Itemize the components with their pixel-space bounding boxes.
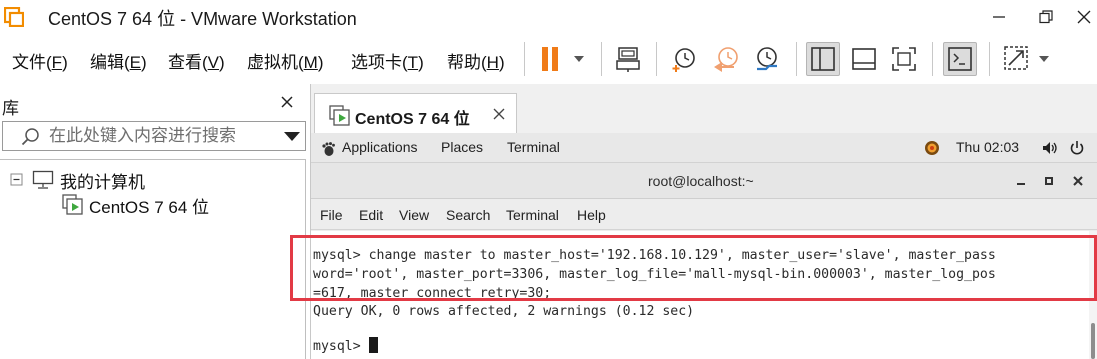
- search-dropdown-icon[interactable]: [283, 131, 301, 143]
- terminal-line: mysql> change master to master_host='192…: [313, 248, 996, 263]
- terminal-menu-view[interactable]: View: [399, 207, 429, 223]
- toolbar-separator: [524, 42, 525, 76]
- minimize-icon: [993, 16, 1005, 18]
- vm-running-icon: [329, 105, 350, 126]
- toolbar-separator: [656, 42, 657, 76]
- thumbnail-view-button[interactable]: [848, 42, 880, 76]
- library-title: 库: [2, 99, 19, 118]
- thumbnail-view-icon: [852, 48, 876, 70]
- scrollbar-thumb[interactable]: [1091, 323, 1095, 359]
- pause-icon: [542, 47, 584, 71]
- menu-help[interactable]: 帮助(H): [447, 48, 505, 73]
- terminal-line: Query OK, 0 rows affected, 2 warnings (0…: [313, 304, 695, 319]
- tree-label-centos: CentOS 7 64 位: [89, 197, 210, 217]
- restore-icon: [1039, 10, 1053, 24]
- computer-icon: [32, 170, 54, 189]
- tree-label-my-computer: 我的计算机: [60, 172, 145, 192]
- library-view-icon: [811, 47, 835, 71]
- snapshot-take-button[interactable]: [668, 42, 700, 76]
- minimize-icon[interactable]: [1015, 175, 1027, 187]
- tab-centos[interactable]: CentOS 7 64 位: [314, 93, 517, 133]
- terminal-menu-file[interactable]: File: [320, 207, 343, 223]
- toolbar-separator: [989, 42, 990, 76]
- send-ctrl-alt-del-icon: [616, 47, 640, 72]
- terminal-titlebar: root@localhost:~: [311, 163, 1097, 199]
- library-panel: 库 我的计算机: [0, 84, 309, 359]
- gnome-top-panel: Applications Places Terminal Thu 02:03: [311, 133, 1097, 163]
- terminal-prompt-line: mysql>: [313, 337, 378, 356]
- terminal-line: =617, master_connect_retry=30;: [313, 286, 552, 301]
- menu-tabs[interactable]: 选项卡(T): [351, 48, 424, 73]
- vm-running-icon: [62, 194, 83, 215]
- terminal-scrollbar[interactable]: [1089, 231, 1097, 359]
- system-tray-icon[interactable]: [924, 140, 940, 156]
- menu-vm[interactable]: 虚拟机(M): [247, 48, 324, 73]
- snapshot-revert-button[interactable]: [710, 42, 742, 76]
- console-view-button[interactable]: [943, 42, 977, 76]
- minimize-button[interactable]: [984, 4, 1014, 30]
- power-icon[interactable]: [1069, 140, 1085, 156]
- tree-item-centos[interactable]: CentOS 7 64 位: [62, 193, 209, 217]
- title-bar: CentOS 7 64 位 - VMware Workstation: [0, 0, 1097, 34]
- maximize-icon[interactable]: [1043, 175, 1055, 187]
- library-search-box: [2, 121, 306, 151]
- close-window-button[interactable]: [1069, 4, 1097, 30]
- console-view-icon: [948, 47, 972, 71]
- text-cursor: [368, 337, 378, 353]
- unity-view-icon: [1004, 46, 1049, 70]
- library-tree: 我的计算机 CentOS 7 64 位: [0, 159, 306, 359]
- volume-icon[interactable]: [1042, 141, 1058, 155]
- vmware-logo-icon: [4, 7, 24, 27]
- terminal-line: word='root', master_port=3306, master_lo…: [313, 267, 996, 282]
- close-library-icon[interactable]: [280, 95, 294, 109]
- menu-edit[interactable]: 编辑(E): [90, 48, 147, 73]
- library-header: 库: [0, 84, 309, 122]
- menu-file[interactable]: 文件(F): [12, 48, 68, 73]
- close-icon[interactable]: [1072, 175, 1084, 187]
- terminal-menu-edit[interactable]: Edit: [359, 207, 383, 223]
- toolbar-separator: [796, 42, 797, 76]
- close-tab-icon[interactable]: [492, 107, 506, 121]
- snapshot-take-icon: [672, 48, 695, 72]
- unity-view-button[interactable]: [1000, 42, 1054, 76]
- menu-view[interactable]: 查看(V): [168, 48, 225, 73]
- terminal-prompt: mysql>: [313, 339, 369, 354]
- snapshot-revert-icon: [714, 47, 738, 72]
- full-screen-button[interactable]: [888, 42, 920, 76]
- applications-menu[interactable]: Applications: [342, 139, 418, 155]
- tab-label: CentOS 7 64 位: [355, 111, 470, 128]
- terminal-app-menu[interactable]: Terminal: [507, 139, 560, 155]
- terminal-menu-terminal[interactable]: Terminal: [506, 207, 559, 223]
- collapse-icon[interactable]: [10, 173, 24, 187]
- pause-button[interactable]: [537, 42, 589, 76]
- terminal-output[interactable]: mysql> change master to master_host='192…: [311, 231, 1089, 359]
- clock[interactable]: Thu 02:03: [956, 139, 1019, 155]
- close-icon: [1077, 10, 1091, 24]
- toolbar-separator: [601, 42, 602, 76]
- terminal-menu-help[interactable]: Help: [577, 207, 606, 223]
- library-view-button[interactable]: [806, 42, 840, 76]
- library-search-input[interactable]: [49, 125, 269, 147]
- snapshot-manager-icon: [757, 47, 777, 71]
- window-title: CentOS 7 64 位 - VMware Workstation: [48, 9, 357, 29]
- snapshot-manager-button[interactable]: [751, 42, 783, 76]
- terminal-menubar: File Edit View Search Terminal Help: [311, 200, 1097, 230]
- guest-screen[interactable]: Applications Places Terminal Thu 02:03 r…: [311, 133, 1097, 359]
- full-screen-icon: [892, 47, 916, 71]
- restore-button[interactable]: [1031, 4, 1061, 30]
- send-ctrl-alt-del-button[interactable]: [612, 42, 644, 76]
- toolbar-separator: [932, 42, 933, 76]
- search-icon: [21, 128, 39, 146]
- tree-item-my-computer[interactable]: 我的计算机: [10, 168, 145, 192]
- places-menu[interactable]: Places: [441, 139, 483, 155]
- terminal-title: root@localhost:~: [648, 173, 754, 189]
- terminal-menu-search[interactable]: Search: [446, 207, 490, 223]
- menu-toolbar: 文件(F) 编辑(E) 查看(V) 虚拟机(M) 选项卡(T) 帮助(H): [0, 34, 1097, 84]
- gnome-foot-icon: [322, 142, 335, 156]
